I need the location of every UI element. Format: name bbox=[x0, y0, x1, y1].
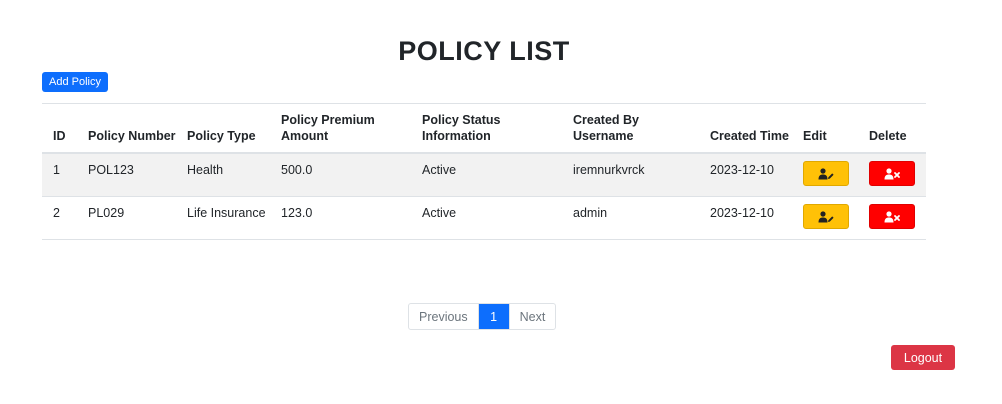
table-row: 1 POL123 Health 500.0 Active iremnurkvrc… bbox=[42, 153, 926, 197]
user-delete-icon bbox=[884, 210, 900, 222]
pagination-page-current[interactable]: 1 bbox=[478, 304, 509, 329]
pagination: Previous 1 Next bbox=[408, 303, 557, 330]
cell-delete bbox=[858, 153, 926, 197]
user-delete-icon bbox=[884, 167, 900, 179]
cell-policy-type: Health bbox=[187, 163, 224, 177]
cell-policy-number: POL123 bbox=[88, 163, 134, 177]
cell-policy-number: PL029 bbox=[88, 206, 125, 220]
header-delete: Delete bbox=[869, 129, 907, 143]
cell-id: 1 bbox=[53, 163, 60, 177]
logout-button[interactable]: Logout bbox=[891, 345, 955, 370]
header-policy-type: Policy Type bbox=[187, 129, 256, 143]
cell-created-time: 2023-12-10 bbox=[710, 206, 774, 220]
cell-id: 2 bbox=[53, 206, 60, 220]
cell-policy-type: Life Insurance bbox=[187, 206, 266, 220]
table-row: 2 PL029 Life Insurance 123.0 Active admi… bbox=[42, 197, 926, 240]
policy-table: ID Policy Number Policy Type Policy Prem… bbox=[42, 103, 926, 240]
cell-status: Active bbox=[422, 206, 457, 220]
add-policy-button[interactable]: Add Policy bbox=[42, 72, 108, 92]
header-created-by: Created By Username bbox=[573, 113, 639, 143]
delete-button[interactable] bbox=[869, 161, 915, 186]
cell-edit bbox=[792, 153, 858, 197]
cell-created-by: admin bbox=[573, 206, 608, 220]
edit-button[interactable] bbox=[803, 204, 849, 229]
cell-edit bbox=[792, 197, 858, 240]
header-created-time: Created Time bbox=[710, 129, 789, 143]
table-header-row: ID Policy Number Policy Type Policy Prem… bbox=[42, 103, 926, 153]
cell-premium: 123.0 bbox=[281, 206, 313, 220]
header-premium: Policy Premium Amount bbox=[281, 113, 375, 143]
cell-created-by: iremnurkvrck bbox=[573, 163, 645, 177]
header-status: Policy Status Information bbox=[422, 113, 501, 143]
edit-button[interactable] bbox=[803, 161, 849, 186]
header-edit: Edit bbox=[803, 129, 827, 143]
cell-delete bbox=[858, 197, 926, 240]
user-edit-icon bbox=[818, 167, 834, 179]
pagination-next[interactable]: Next bbox=[508, 304, 556, 329]
pagination-previous[interactable]: Previous bbox=[409, 304, 479, 329]
cell-created-time: 2023-12-10 bbox=[710, 163, 774, 177]
policy-table-container: ID Policy Number Policy Type Policy Prem… bbox=[42, 103, 926, 240]
delete-button[interactable] bbox=[869, 204, 915, 229]
cell-premium: 500.0 bbox=[281, 163, 313, 177]
header-id: ID bbox=[53, 129, 66, 143]
cell-status: Active bbox=[422, 163, 457, 177]
user-edit-icon bbox=[818, 210, 834, 222]
page-title: POLICY LIST bbox=[398, 36, 570, 66]
header-policy-number: Policy Number bbox=[88, 129, 176, 143]
